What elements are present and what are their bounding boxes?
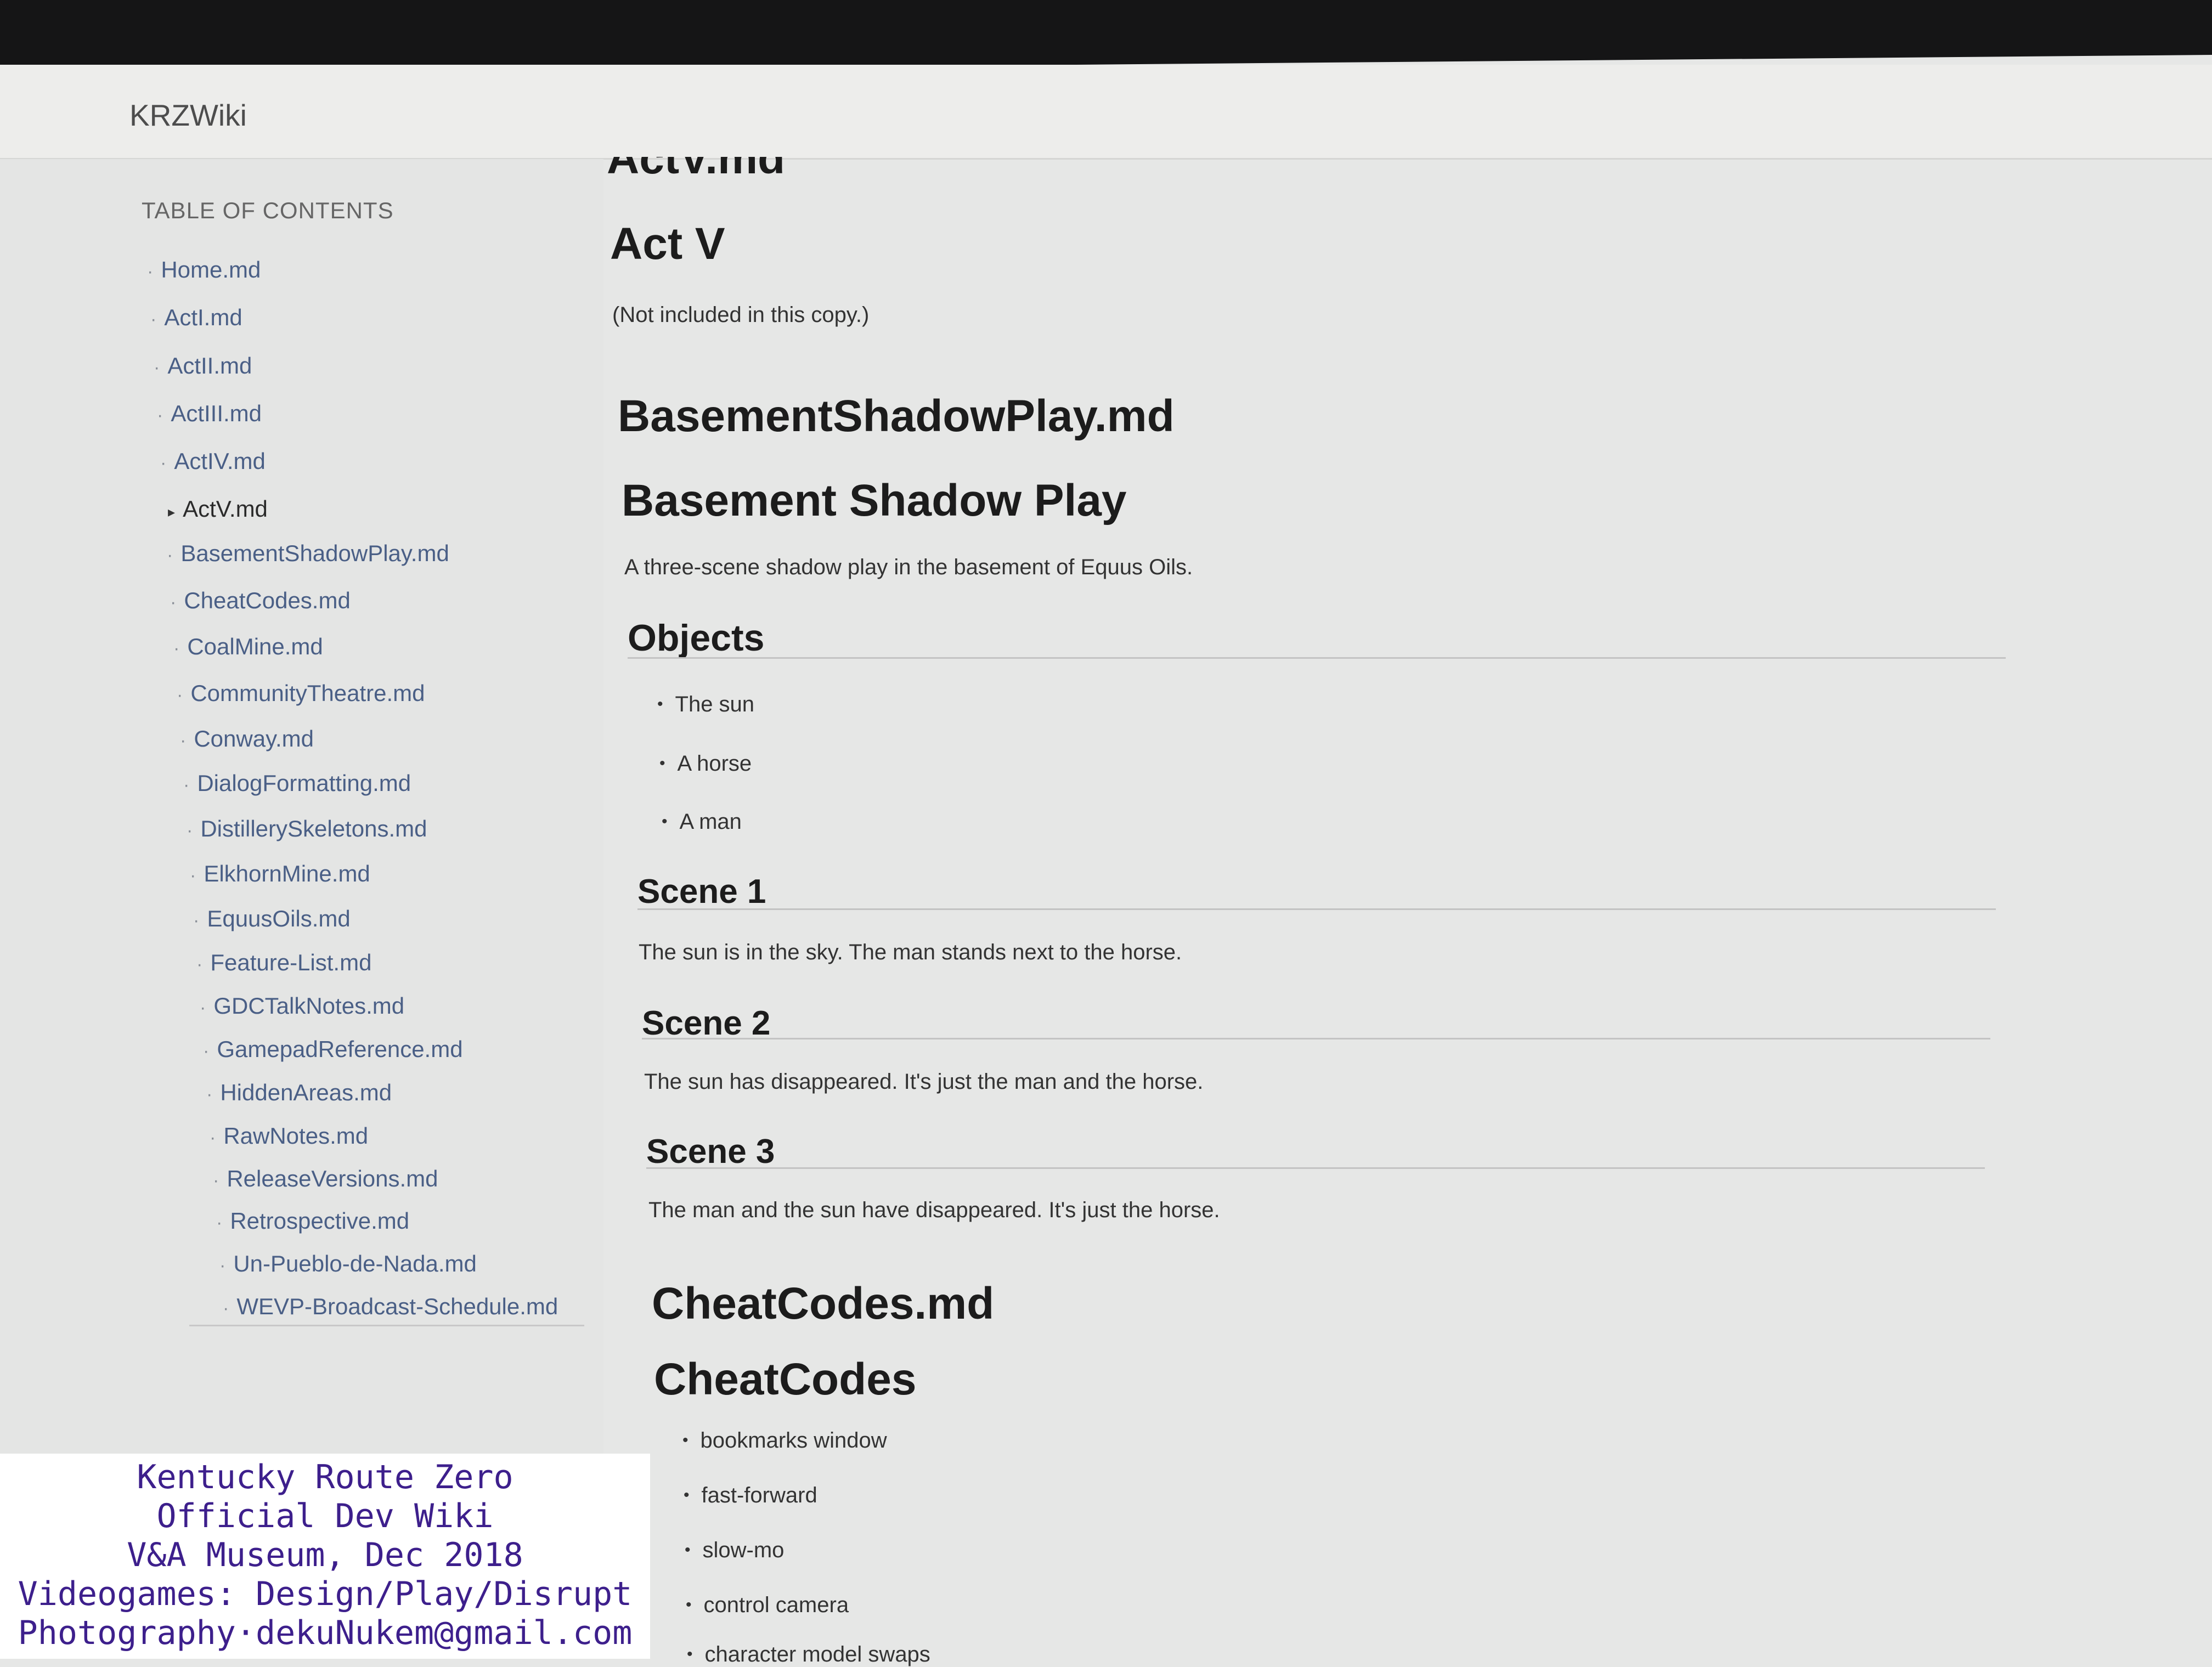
scene-2-text: The sun has disappeared. It's just the m…	[644, 1070, 1204, 1094]
cheatcode-item: character model swaps	[687, 1642, 930, 1667]
cutoff-heading-clip: ActV.md	[603, 157, 1152, 179]
basement-file-heading: BasementShadowPlay.md	[618, 391, 1175, 441]
caption-line: Kentucky Route Zero	[137, 1458, 514, 1496]
scene-1-rule	[637, 908, 1996, 910]
scene-1-text: The sun is in the sky. The man stands ne…	[639, 940, 1182, 964]
scene-2-heading: Scene 2	[642, 1004, 771, 1042]
photo-caption-watermark: Kentucky Route Zero Official Dev Wiki V&…	[0, 1454, 650, 1659]
actv-note: (Not included in this copy.)	[612, 303, 870, 327]
object-item: The sun	[657, 692, 755, 717]
cheatcodes-title: CheatCodes	[654, 1354, 917, 1404]
object-item: A man	[662, 810, 742, 834]
caption-line: Videogames: Design/Play/Disrupt	[18, 1575, 633, 1613]
caption-line: V&A Museum, Dec 2018	[127, 1536, 523, 1574]
objects-heading: Objects	[628, 617, 765, 659]
cheatcodes-file-heading: CheatCodes.md	[652, 1279, 995, 1329]
scene-3-heading: Scene 3	[646, 1133, 775, 1171]
main-content: ActV.md Act V (Not included in this copy…	[0, 0, 2212, 1666]
cheatcode-item: bookmarks window	[682, 1428, 887, 1453]
cheatcode-item: slow-mo	[685, 1538, 785, 1563]
scene-3-text: The man and the sun have disappeared. It…	[648, 1198, 1220, 1222]
basement-title: Basement Shadow Play	[622, 476, 1127, 525]
cutoff-file-heading: ActV.md	[607, 157, 785, 179]
caption-line: Photography·dekuNukem@gmail.com	[18, 1614, 633, 1652]
scene-1-heading: Scene 1	[637, 873, 766, 911]
cheatcode-item: fast-forward	[684, 1483, 817, 1508]
caption-line: Official Dev Wiki	[156, 1497, 494, 1535]
cheatcode-item: control camera	[686, 1593, 849, 1618]
actv-title: Act V	[610, 219, 725, 269]
scene-2-rule	[642, 1038, 1990, 1039]
objects-rule	[628, 657, 2006, 659]
scene-3-rule	[646, 1167, 1985, 1169]
object-item: A horse	[659, 751, 752, 776]
basement-intro: A three-scene shadow play in the basemen…	[624, 555, 1193, 579]
